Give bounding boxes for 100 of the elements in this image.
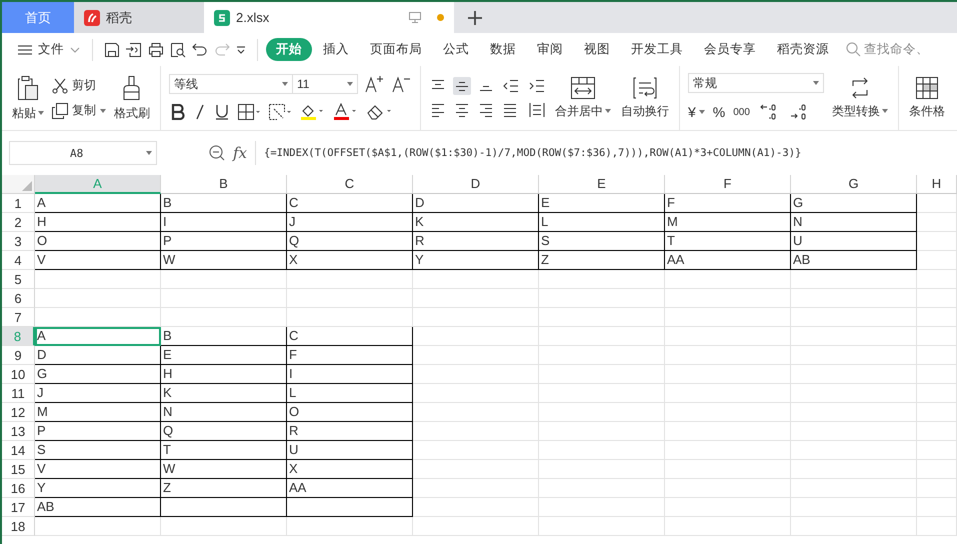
row-header[interactable]: 14 (2, 441, 35, 460)
cut-button[interactable]: 剪切 (52, 77, 106, 94)
menu-tab[interactable]: 公式 (433, 38, 479, 61)
menu-tab[interactable]: 视图 (574, 38, 620, 61)
document-tab[interactable]: 稻壳 (74, 2, 204, 33)
row-header[interactable]: 5 (2, 270, 35, 289)
caret-icon (698, 110, 705, 114)
wrap-text-button[interactable]: 自动换行 (619, 74, 671, 122)
table-cell (917, 498, 957, 517)
thousands-button[interactable]: 000 (733, 106, 750, 118)
increase-indent-icon[interactable] (527, 77, 547, 95)
row-header[interactable]: 13 (2, 422, 35, 441)
conditional-format-button[interactable]: 条件格 (907, 74, 947, 122)
table-grid-icon (916, 76, 938, 98)
row-header[interactable]: 9 (2, 346, 35, 365)
scissors-icon (52, 78, 68, 94)
name-box[interactable]: A8 (9, 141, 157, 165)
table-cell (917, 479, 957, 498)
table-cell: X (287, 251, 413, 270)
number-format-dropdown[interactable]: 常规 (688, 73, 824, 93)
table-cell: L (287, 384, 413, 403)
file-menu-button[interactable]: 文件 (14, 37, 84, 62)
font-size-dropdown[interactable]: 11 (292, 74, 358, 94)
menu-tab[interactable]: 审阅 (527, 38, 573, 61)
monitor-icon[interactable] (409, 12, 421, 23)
type-convert-button[interactable]: 类型转换 (830, 74, 890, 122)
row-header[interactable]: 6 (2, 289, 35, 308)
customize-caret-icon[interactable] (236, 46, 246, 54)
table-cell (917, 346, 957, 365)
row-header[interactable]: 10 (2, 365, 35, 384)
font-dropdown[interactable]: 等线 (169, 74, 293, 94)
align-center-icon[interactable] (453, 101, 471, 119)
column-header[interactable]: F (665, 175, 791, 194)
align-middle-icon[interactable] (453, 77, 471, 95)
percent-button[interactable]: % (712, 104, 726, 120)
fill-pattern-icon[interactable] (267, 102, 293, 122)
table-cell: X (287, 460, 413, 479)
search-field[interactable]: 查找命令、 (846, 41, 929, 58)
currency-button[interactable]: ¥ (688, 104, 705, 120)
copy-button[interactable]: 复制 (52, 102, 106, 119)
menu-tab[interactable]: 开发工具 (621, 38, 693, 61)
row-header[interactable]: 17 (2, 498, 35, 517)
bold-icon[interactable] (169, 102, 187, 122)
menu-tab[interactable]: 页面布局 (360, 38, 432, 61)
format-painter-button[interactable]: 格式刷 (112, 72, 152, 124)
table-cell: Z (161, 479, 287, 498)
table-cell: T (665, 232, 791, 251)
paste-button[interactable]: 粘贴 (10, 72, 46, 124)
row-header[interactable]: 18 (2, 517, 35, 536)
column-header[interactable]: E (539, 175, 665, 194)
distributed-icon[interactable] (527, 101, 547, 119)
leaf-logo-icon (84, 10, 100, 26)
justify-icon[interactable] (501, 101, 519, 119)
row-header[interactable]: 16 (2, 479, 35, 498)
export-icon[interactable] (126, 42, 142, 58)
zoom-icon[interactable] (209, 145, 225, 161)
menu-tab[interactable]: 数据 (480, 38, 526, 61)
formula-field[interactable]: {=INDEX(T(OFFSET($A$1,(ROW($1:$30)-1)/7,MOD(ROW($7:$36),7))),ROW(A1)*3+COLUMN(A1)-3)} (255, 141, 802, 165)
font-color-icon[interactable] (331, 101, 359, 123)
menu-tab[interactable]: 稻壳资源 (767, 38, 839, 61)
column-header[interactable]: H (917, 175, 957, 194)
print-preview-icon[interactable] (170, 42, 186, 58)
table-cell: H (161, 365, 287, 384)
save-icon[interactable] (104, 42, 120, 58)
table-cell: V (35, 251, 161, 270)
menu-tab[interactable]: 会员专享 (694, 38, 766, 61)
column-header[interactable]: C (287, 175, 413, 194)
row-header[interactable]: 11 (2, 384, 35, 403)
table-cell: S (539, 232, 665, 251)
print-icon[interactable] (148, 42, 164, 58)
column-header[interactable]: B (161, 175, 287, 194)
table-cell: N (161, 403, 287, 422)
table-cell: O (35, 232, 161, 251)
menu-tab[interactable]: 插入 (313, 38, 359, 61)
table-cell: H (35, 213, 161, 232)
function-label[interactable]: fx (233, 144, 248, 162)
row-header[interactable]: 1 (2, 194, 35, 213)
merge-center-button[interactable]: 合并居中 (553, 74, 613, 122)
copy-icon (52, 102, 68, 118)
caret-icon (146, 151, 152, 155)
table-cell (917, 270, 957, 289)
align-left-icon[interactable] (429, 101, 447, 119)
undo-icon[interactable] (192, 42, 208, 58)
document-tab[interactable]: 2.xlsx (204, 2, 454, 33)
table-cell: A (35, 194, 161, 213)
table-cell: U (791, 232, 917, 251)
row-header[interactable]: 12 (2, 403, 35, 422)
column-header[interactable]: D (413, 175, 539, 194)
row-header[interactable]: 2 (2, 213, 35, 232)
table-cell: T (161, 441, 287, 460)
borders-icon[interactable] (236, 102, 262, 122)
underline-icon[interactable] (213, 102, 231, 122)
row-header[interactable]: 15 (2, 460, 35, 479)
increase-font-icon[interactable] (363, 73, 385, 95)
decrease-indent-icon[interactable] (501, 77, 521, 95)
column-header[interactable]: G (791, 175, 917, 194)
row-header[interactable]: 4 (2, 251, 35, 270)
row-header[interactable]: 3 (2, 232, 35, 251)
new-tab-icon[interactable] (468, 10, 482, 24)
align-right-icon[interactable] (477, 101, 495, 119)
